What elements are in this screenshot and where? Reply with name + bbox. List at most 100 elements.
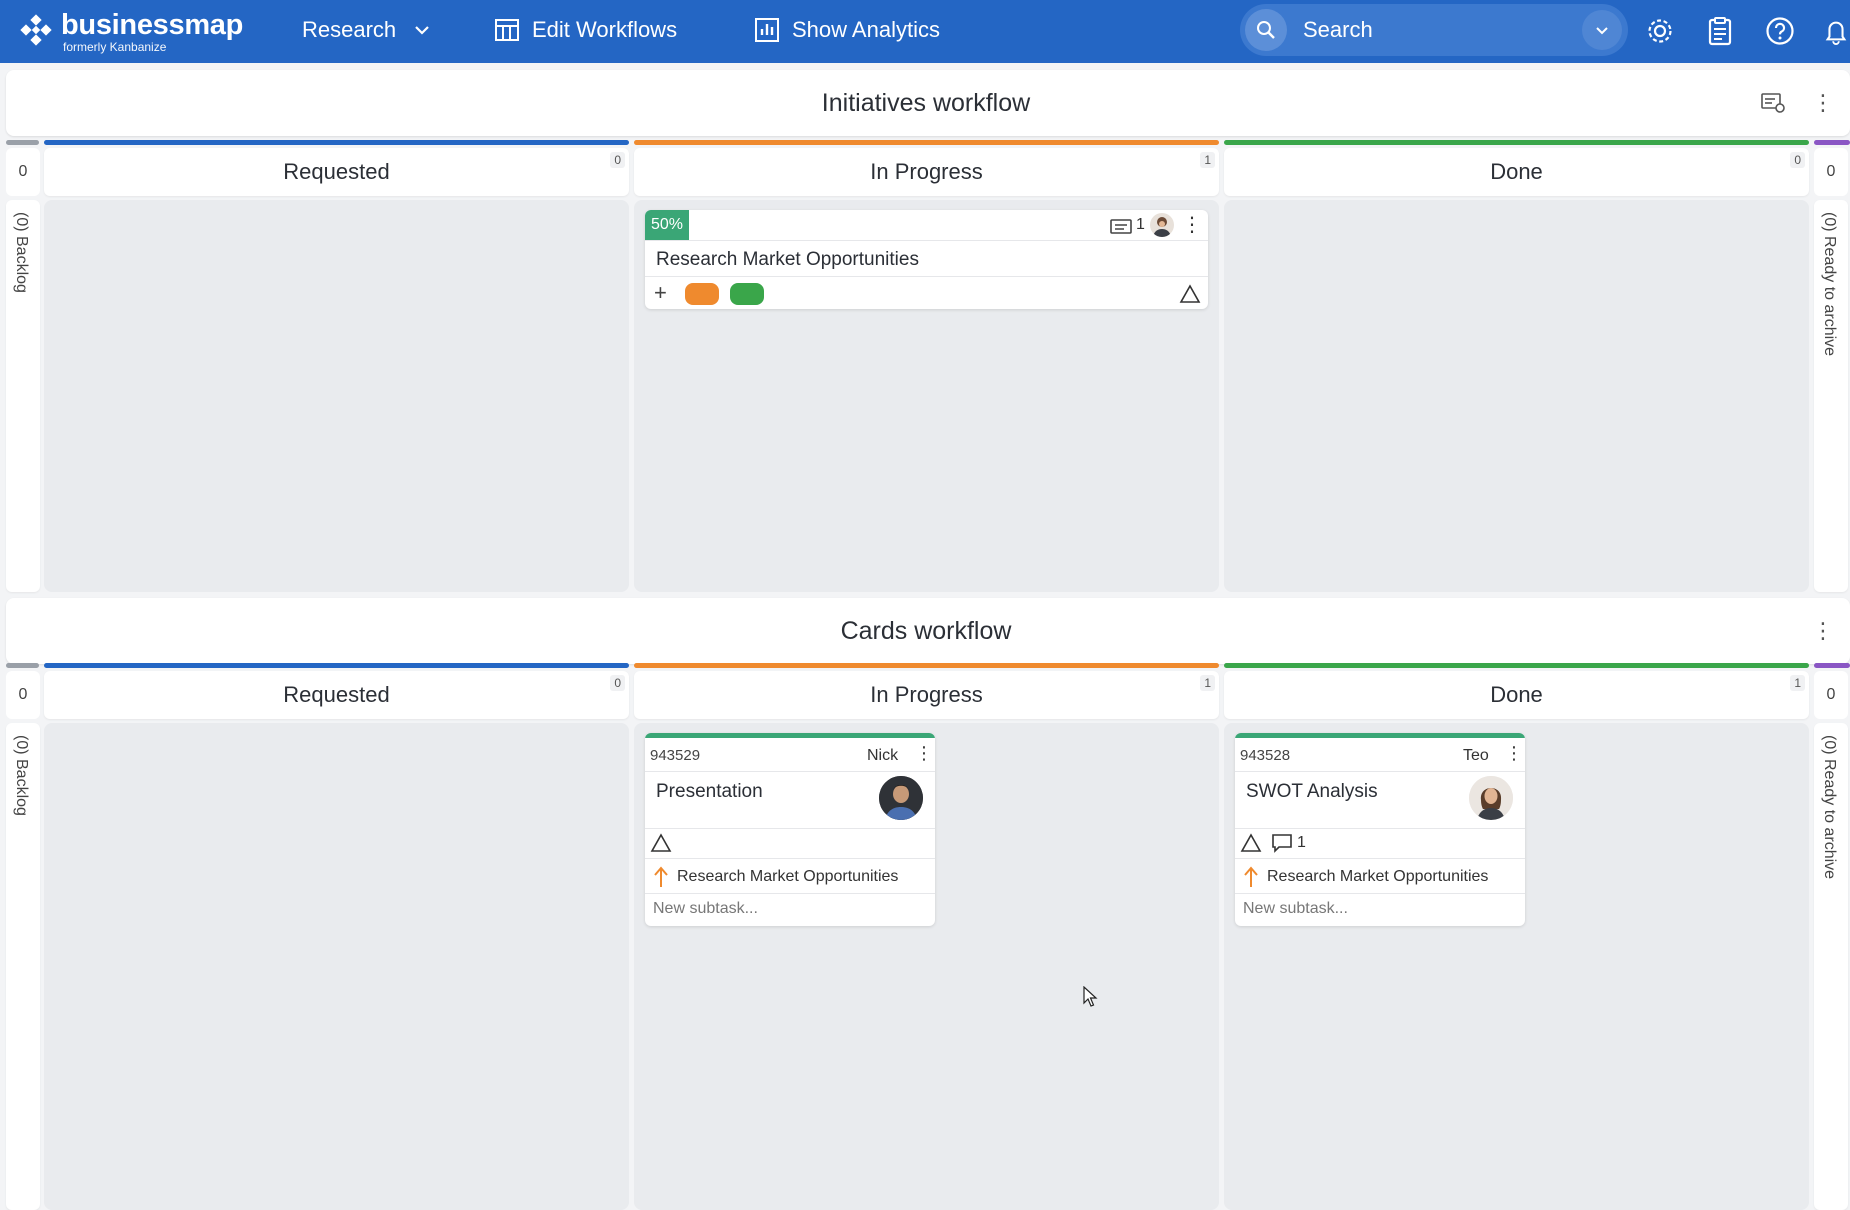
edit-workflows-button[interactable]: Edit Workflows (494, 0, 677, 60)
logo-subtitle: formerly Kanbanize (63, 40, 167, 54)
comment-bubble-icon[interactable] (1271, 832, 1293, 854)
column-title: Done (1490, 159, 1543, 184)
column-count: 0 (1790, 152, 1805, 168)
card-title[interactable]: Research Market Opportunities (656, 249, 919, 271)
card-more-menu-icon[interactable]: ⋮ (1182, 212, 1202, 237)
column-header-in-progress[interactable]: In Progress 1 (634, 671, 1219, 719)
priority-triangle-icon[interactable] (1240, 833, 1262, 853)
priority-triangle-icon[interactable] (1179, 284, 1201, 304)
card-divider (1235, 858, 1525, 859)
card-owner: Nick (867, 747, 899, 764)
initiative-card[interactable]: 50% 1 ⋮ Research Market Opportunities + (645, 210, 1208, 309)
column-header-in-progress[interactable]: In Progress 1 (634, 148, 1219, 196)
assignee-avatar[interactable] (1150, 213, 1174, 237)
mouse-cursor-icon (1083, 986, 1098, 1007)
card-more-menu-icon[interactable]: ⋮ (915, 743, 933, 764)
task-card[interactable]: 943528 Teo ⋮ SWOT Analysis 1 Research Ma… (1235, 733, 1525, 926)
backlog-collapsed-column[interactable]: (0) Backlog (6, 200, 40, 592)
search-icon[interactable] (1245, 9, 1287, 51)
column-requested[interactable] (44, 200, 629, 592)
parent-arrow-up-icon (654, 866, 668, 887)
backlog-label: (0) Backlog (13, 212, 30, 293)
task-card[interactable]: 943529 Nick ⋮ Presentation Research Mark… (645, 733, 935, 926)
search-box (1240, 4, 1628, 56)
card-divider (645, 276, 1208, 277)
column-requested[interactable] (44, 723, 629, 1210)
column-header-requested[interactable]: Requested 0 (44, 671, 629, 719)
orange-tag[interactable] (685, 283, 719, 305)
chevron-down-icon (415, 26, 429, 35)
assignee-avatar[interactable] (1469, 776, 1513, 820)
edit-workflows-label: Edit Workflows (532, 17, 678, 42)
parent-arrow-up-icon (1244, 866, 1258, 887)
card-title[interactable]: Presentation (656, 781, 763, 803)
card-divider (645, 240, 1208, 241)
column-title: In Progress (870, 682, 983, 707)
board-switcher-button[interactable]: Research (302, 0, 432, 60)
comments-icon[interactable] (1110, 218, 1132, 236)
workflow-more-menu-icon[interactable]: ⋮ (1812, 90, 1834, 116)
in-progress-color-bar (634, 140, 1219, 145)
assignee-avatar[interactable] (879, 776, 923, 820)
priority-triangle-icon[interactable] (650, 833, 672, 853)
search-options-chevron-icon[interactable] (1582, 10, 1622, 50)
clipboard-icon[interactable] (1702, 13, 1738, 49)
workflow-title: Cards workflow (840, 617, 1012, 645)
workflow-settings-icon[interactable] (1760, 91, 1786, 120)
card-id[interactable]: 943528 (1240, 747, 1290, 764)
workflow-more-menu-icon[interactable]: ⋮ (1812, 618, 1834, 644)
card-more-menu-icon[interactable]: ⋮ (1505, 743, 1523, 764)
backlog-color-bar (6, 140, 39, 145)
green-tag[interactable] (730, 283, 764, 305)
column-count: 1 (1200, 152, 1215, 168)
help-icon[interactable] (1762, 13, 1798, 49)
card-divider (645, 771, 935, 772)
card-owner: Teo (1463, 747, 1489, 764)
parent-card-link[interactable]: Research Market Opportunities (653, 866, 898, 888)
backlog-label: (0) Backlog (13, 735, 30, 816)
column-count: 1 (1200, 675, 1215, 691)
in-progress-color-bar (634, 663, 1219, 668)
column-header-requested[interactable]: Requested 0 (44, 148, 629, 196)
parent-card-link[interactable]: Research Market Opportunities (1243, 866, 1488, 888)
cards-workflow-header: Cards workflow ⋮ (6, 598, 1850, 664)
requested-color-bar (44, 663, 629, 668)
archive-color-bar (1814, 140, 1850, 145)
column-header-done[interactable]: Done 1 (1224, 671, 1809, 719)
add-plus-icon[interactable]: + (654, 280, 667, 306)
card-divider (645, 893, 935, 894)
search-input[interactable] (1301, 16, 1575, 44)
column-count: 0 (610, 152, 625, 168)
new-subtask-input[interactable]: New subtask... (1243, 900, 1348, 918)
logo-name: businessmap (61, 9, 244, 41)
card-color-stripe (1235, 733, 1525, 738)
card-color-stripe (645, 733, 935, 738)
done-color-bar (1224, 140, 1809, 145)
column-done[interactable] (1224, 200, 1809, 592)
card-id[interactable]: 943529 (650, 747, 700, 764)
ready-to-archive-label: (0) Ready to archive (1821, 212, 1838, 357)
notifications-bell-icon[interactable] (1822, 13, 1850, 49)
card-divider (1235, 771, 1525, 772)
businessmap-logo-icon (20, 14, 52, 46)
backlog-count: 0 (6, 671, 40, 719)
column-title: In Progress (870, 159, 983, 184)
ready-to-archive-collapsed-column[interactable]: (0) Ready to archive (1814, 200, 1848, 592)
show-analytics-label: Show Analytics (792, 17, 940, 42)
card-divider (645, 828, 935, 829)
new-subtask-input[interactable]: New subtask... (653, 900, 758, 918)
backlog-color-bar (6, 663, 39, 668)
ready-to-archive-label: (0) Ready to archive (1821, 735, 1838, 880)
card-divider (1235, 828, 1525, 829)
card-title[interactable]: SWOT Analysis (1246, 781, 1378, 803)
analytics-icon (755, 18, 779, 42)
column-title: Done (1490, 682, 1543, 707)
logo[interactable]: businessmap formerly Kanbanize (18, 10, 243, 54)
ready-to-archive-collapsed-column[interactable]: (0) Ready to archive (1814, 723, 1848, 1210)
backlog-collapsed-column[interactable]: (0) Backlog (6, 723, 40, 1210)
settings-gear-icon[interactable] (1642, 13, 1678, 49)
column-title: Requested (283, 159, 390, 184)
card-divider (645, 858, 935, 859)
column-header-done[interactable]: Done 0 (1224, 148, 1809, 196)
show-analytics-button[interactable]: Show Analytics (754, 0, 940, 60)
